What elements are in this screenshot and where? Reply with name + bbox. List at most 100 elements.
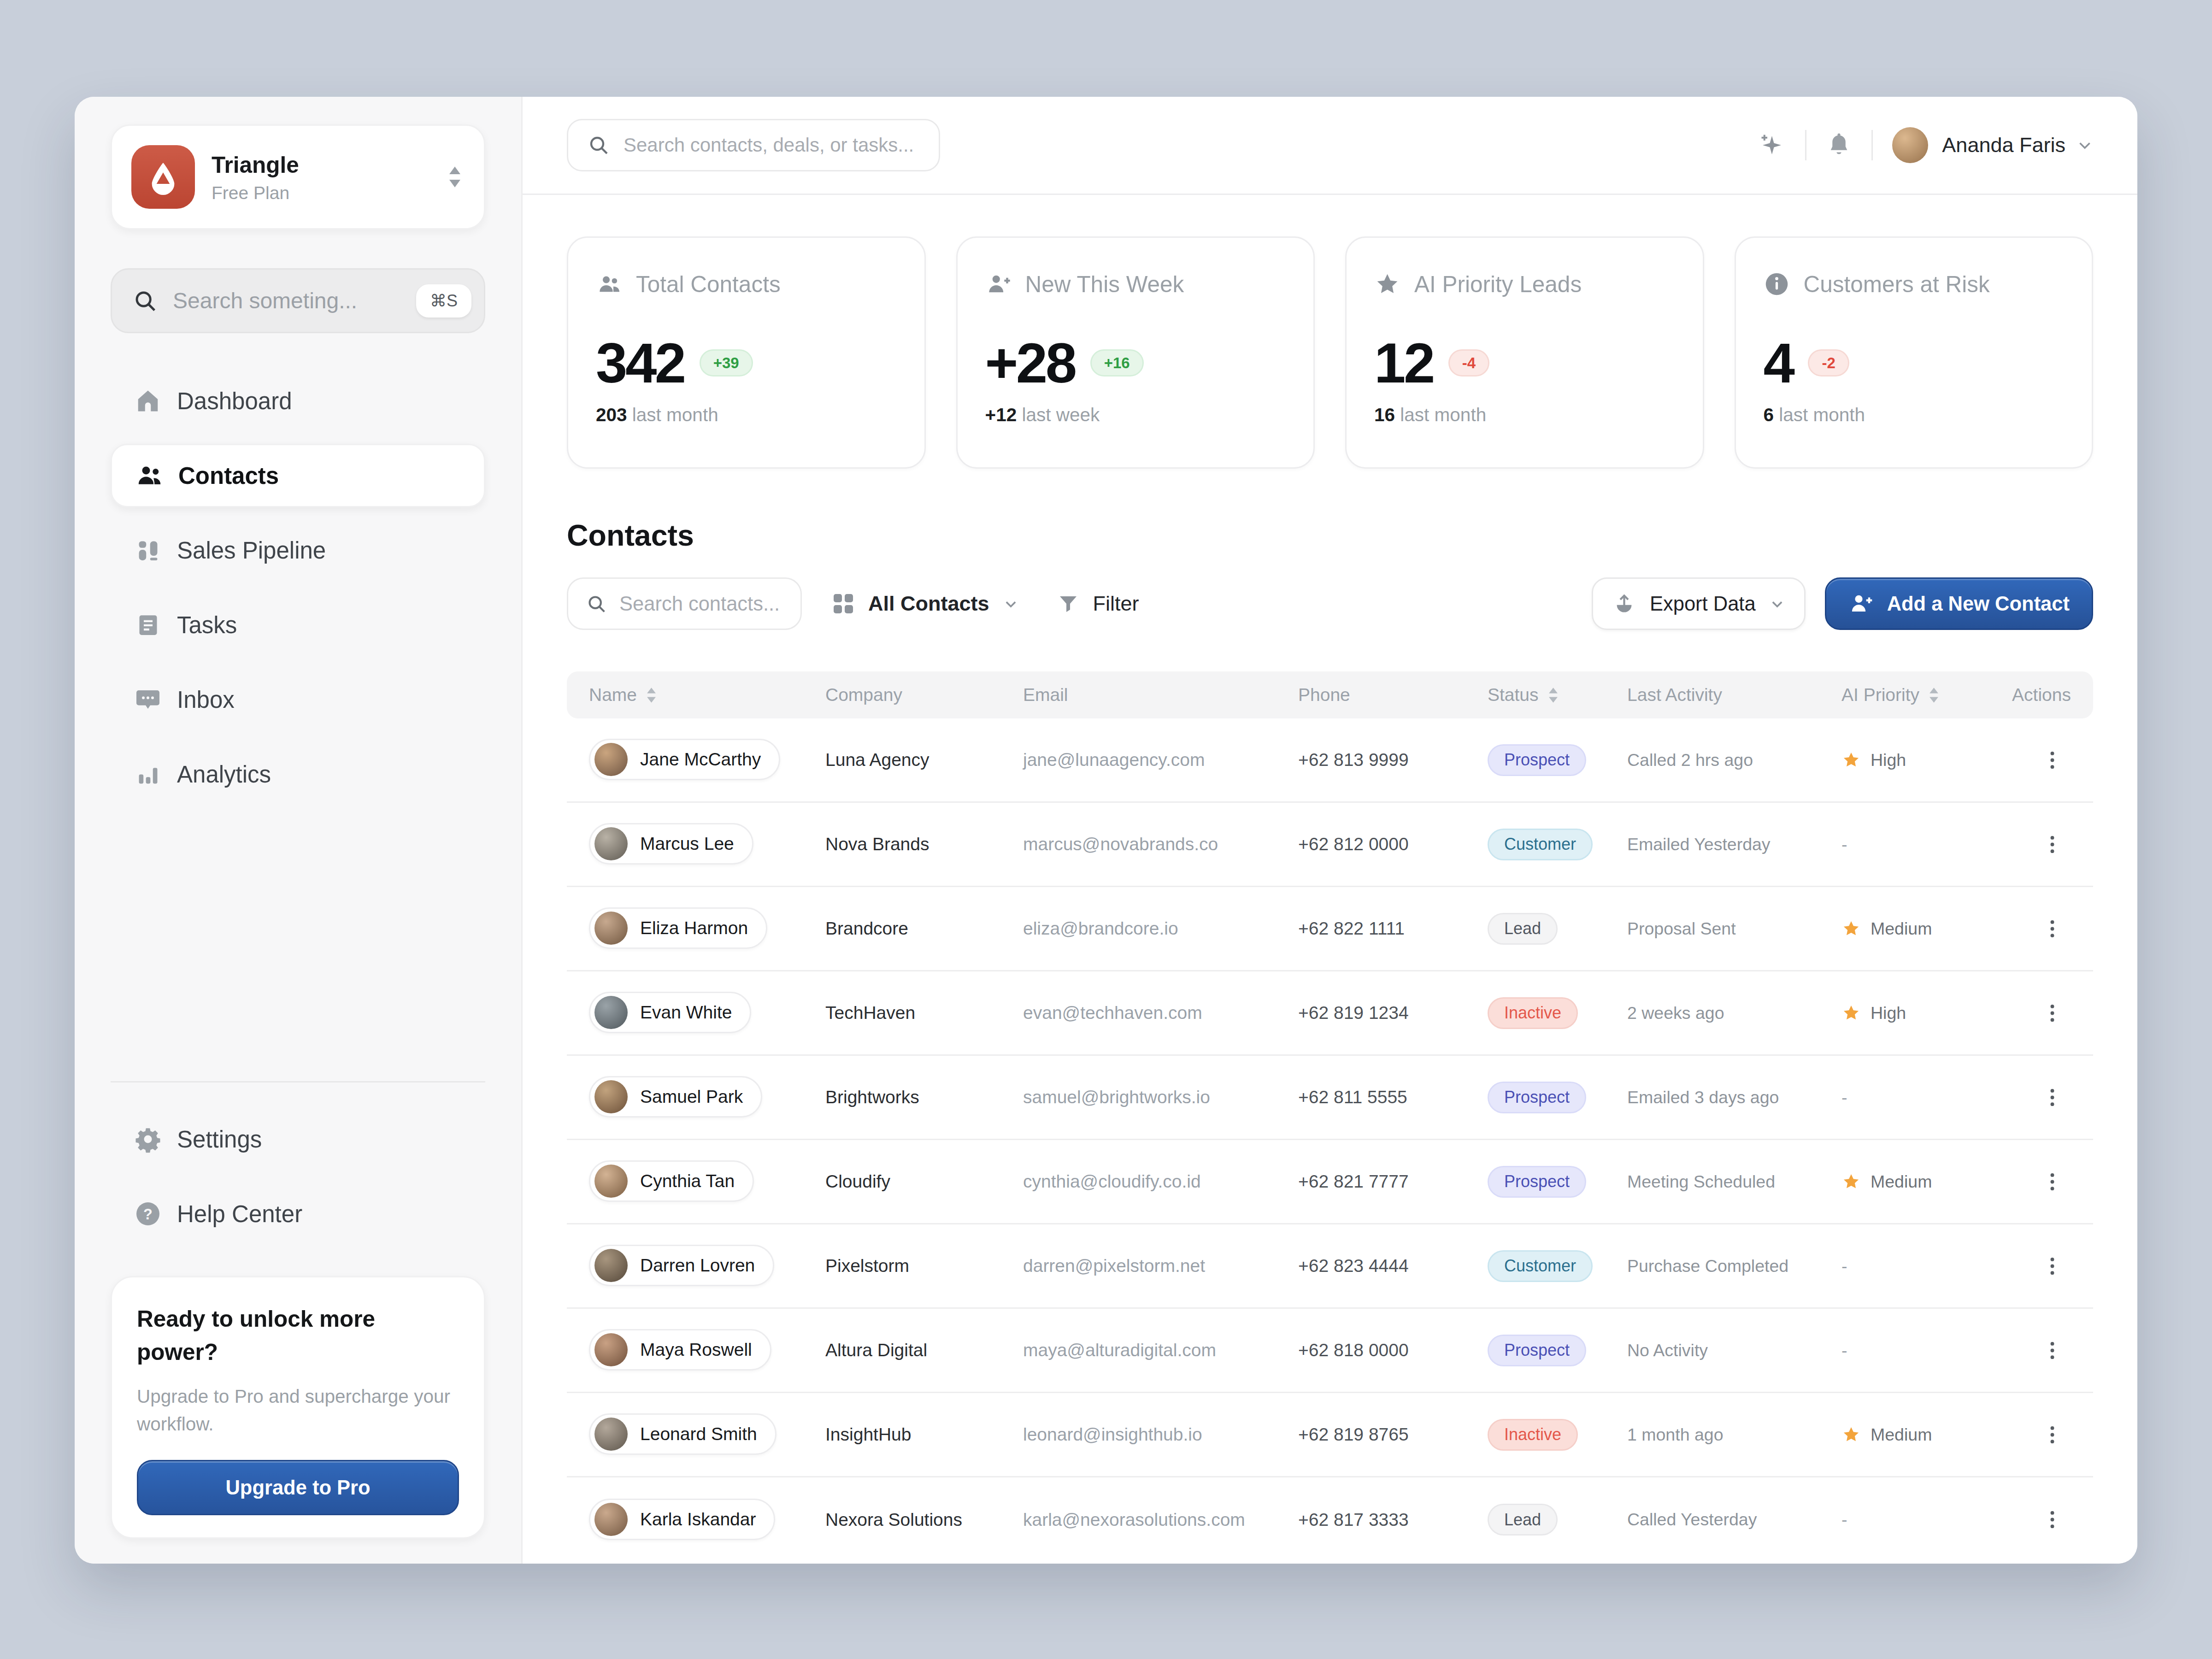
workspace-logo: [131, 145, 195, 209]
sidebar-item-contacts[interactable]: Contacts: [111, 444, 485, 507]
row-actions-button[interactable]: [2042, 1424, 2063, 1445]
column-header-ai-priority[interactable]: AI Priority: [1841, 685, 2007, 705]
contact-name-chip[interactable]: Maya Roswell: [589, 1329, 771, 1371]
sidebar-item-settings[interactable]: Settings: [111, 1107, 485, 1171]
stat-value: 12: [1374, 330, 1433, 395]
avatar: [594, 1165, 628, 1198]
contact-name-chip[interactable]: Darren Lovren: [589, 1245, 774, 1286]
cell-ai-priority: Medium: [1841, 1172, 2007, 1192]
cell-phone: +62 822 1111: [1298, 918, 1488, 939]
cell-company: Pixelstorm: [825, 1256, 1023, 1276]
status-badge: Prospect: [1488, 1082, 1586, 1113]
stat-title: Customers at Risk: [1804, 271, 1990, 297]
sort-icon: [1547, 686, 1559, 704]
contact-name-chip[interactable]: Karla Iskandar: [589, 1499, 775, 1540]
sidebar-item-label: Sales Pipeline: [177, 537, 326, 564]
avatar: [594, 1080, 628, 1113]
stat-badge: -4: [1448, 349, 1489, 377]
cell-phone: +62 818 0000: [1298, 1340, 1488, 1360]
sidebar-divider: [111, 1081, 485, 1082]
page-background: Triangle Free Plan Search someting... ⌘S…: [0, 0, 2212, 1659]
sidebar-item-analytics[interactable]: Analytics: [111, 742, 485, 806]
row-actions-button[interactable]: [2042, 918, 2063, 939]
column-header-status[interactable]: Status: [1488, 685, 1627, 705]
bell-icon[interactable]: [1826, 131, 1852, 159]
contact-name: Marcus Lee: [640, 834, 734, 854]
global-search-input[interactable]: Search contacts, deals, or tasks...: [567, 119, 940, 171]
view-selector[interactable]: All Contacts: [832, 592, 1018, 616]
row-actions-button[interactable]: [2042, 1256, 2063, 1277]
cell-email: karla@nexorasolutions.com: [1023, 1510, 1298, 1530]
user-avatar[interactable]: [1892, 127, 1928, 163]
sidebar-item-sales-pipeline[interactable]: Sales Pipeline: [111, 518, 485, 582]
column-header-name[interactable]: Name: [589, 685, 825, 705]
star-icon: [1374, 271, 1400, 297]
add-new-contact-button[interactable]: Add a New Contact: [1825, 577, 2093, 630]
analytics-icon: [133, 761, 163, 788]
contact-name-chip[interactable]: Cynthia Tan: [589, 1160, 754, 1202]
add-contact-label: Add a New Contact: [1887, 593, 2070, 615]
sidebar-item-help-center[interactable]: ?Help Center: [111, 1182, 485, 1246]
contact-name-chip[interactable]: Evan White: [589, 992, 751, 1033]
sidebar-item-label: Analytics: [177, 761, 271, 788]
sidebar-item-dashboard[interactable]: Dashboard: [111, 369, 485, 433]
contact-name: Jane McCarthy: [640, 749, 761, 770]
sidebar-item-tasks[interactable]: Tasks: [111, 593, 485, 657]
people-icon: [134, 462, 165, 489]
row-actions-button[interactable]: [2042, 1171, 2063, 1192]
sparkle-icon[interactable]: [1758, 131, 1786, 159]
contact-name: Darren Lovren: [640, 1255, 755, 1276]
stat-value: 4: [1764, 330, 1793, 395]
row-actions-button[interactable]: [2042, 1509, 2063, 1530]
priority-label: Medium: [1871, 919, 1932, 939]
home-icon: [133, 387, 163, 415]
search-icon: [586, 594, 607, 614]
contact-name-chip[interactable]: Marcus Lee: [589, 823, 753, 865]
contact-name-chip[interactable]: Leonard Smith: [589, 1413, 777, 1455]
cell-email: samuel@brightworks.io: [1023, 1087, 1298, 1107]
sidebar-item-label: Help Center: [177, 1200, 302, 1228]
cell-email: eliza@brandcore.io: [1023, 918, 1298, 939]
cell-ai-priority: Medium: [1841, 1425, 2007, 1445]
sidebar-search-input[interactable]: Search someting... ⌘S: [111, 268, 485, 333]
cell-company: Cloudify: [825, 1171, 1023, 1192]
search-icon: [588, 134, 610, 156]
table-header: NameCompanyEmailPhoneStatusLast Activity…: [567, 671, 2093, 718]
cell-phone: +62 823 4444: [1298, 1256, 1488, 1276]
status-badge: Customer: [1488, 829, 1593, 860]
contact-name-chip[interactable]: Jane McCarthy: [589, 739, 780, 780]
status-badge: Lead: [1488, 1504, 1558, 1535]
user-name[interactable]: Ananda Faris: [1942, 133, 2065, 157]
workspace-plan: Free Plan: [212, 183, 299, 203]
row-actions-button[interactable]: [2042, 834, 2063, 855]
contact-name: Samuel Park: [640, 1087, 743, 1107]
row-actions-button[interactable]: [2042, 1003, 2063, 1024]
row-actions-button[interactable]: [2042, 1340, 2063, 1361]
contact-name-chip[interactable]: Samuel Park: [589, 1076, 762, 1118]
priority-label: High: [1871, 1003, 1906, 1023]
status-badge: Inactive: [1488, 1419, 1578, 1451]
contact-name-chip[interactable]: Eliza Harmon: [589, 907, 767, 949]
row-actions-button[interactable]: [2042, 750, 2063, 771]
filter-button[interactable]: Filter: [1057, 592, 1139, 616]
chevron-down-icon[interactable]: [2077, 137, 2093, 153]
upgrade-to-pro-button[interactable]: Upgrade to Pro: [137, 1460, 459, 1515]
export-data-button[interactable]: Export Data: [1592, 577, 1806, 630]
contacts-search-input[interactable]: Search contacts...: [567, 577, 802, 630]
content: Total Contacts342+39203 last monthNew Th…: [523, 195, 2137, 1564]
cell-phone: +62 813 9999: [1298, 750, 1488, 770]
cell-email: darren@pixelstorm.net: [1023, 1256, 1298, 1276]
avatar: [594, 1503, 628, 1536]
workspace-switcher[interactable]: Triangle Free Plan: [111, 124, 485, 229]
sidebar-item-inbox[interactable]: Inbox: [111, 668, 485, 731]
inbox-icon: [133, 686, 163, 713]
cell-phone: +62 812 0000: [1298, 834, 1488, 854]
cell-ai-priority: High: [1841, 750, 2007, 770]
stat-badge: +16: [1090, 349, 1144, 377]
avatar: [594, 1249, 628, 1282]
cell-company: InsightHub: [825, 1424, 1023, 1445]
row-actions-button[interactable]: [2042, 1087, 2063, 1108]
upgrade-title: Ready to unlock more power?: [137, 1302, 459, 1369]
avatar: [594, 996, 628, 1029]
filter-label: Filter: [1093, 592, 1139, 616]
